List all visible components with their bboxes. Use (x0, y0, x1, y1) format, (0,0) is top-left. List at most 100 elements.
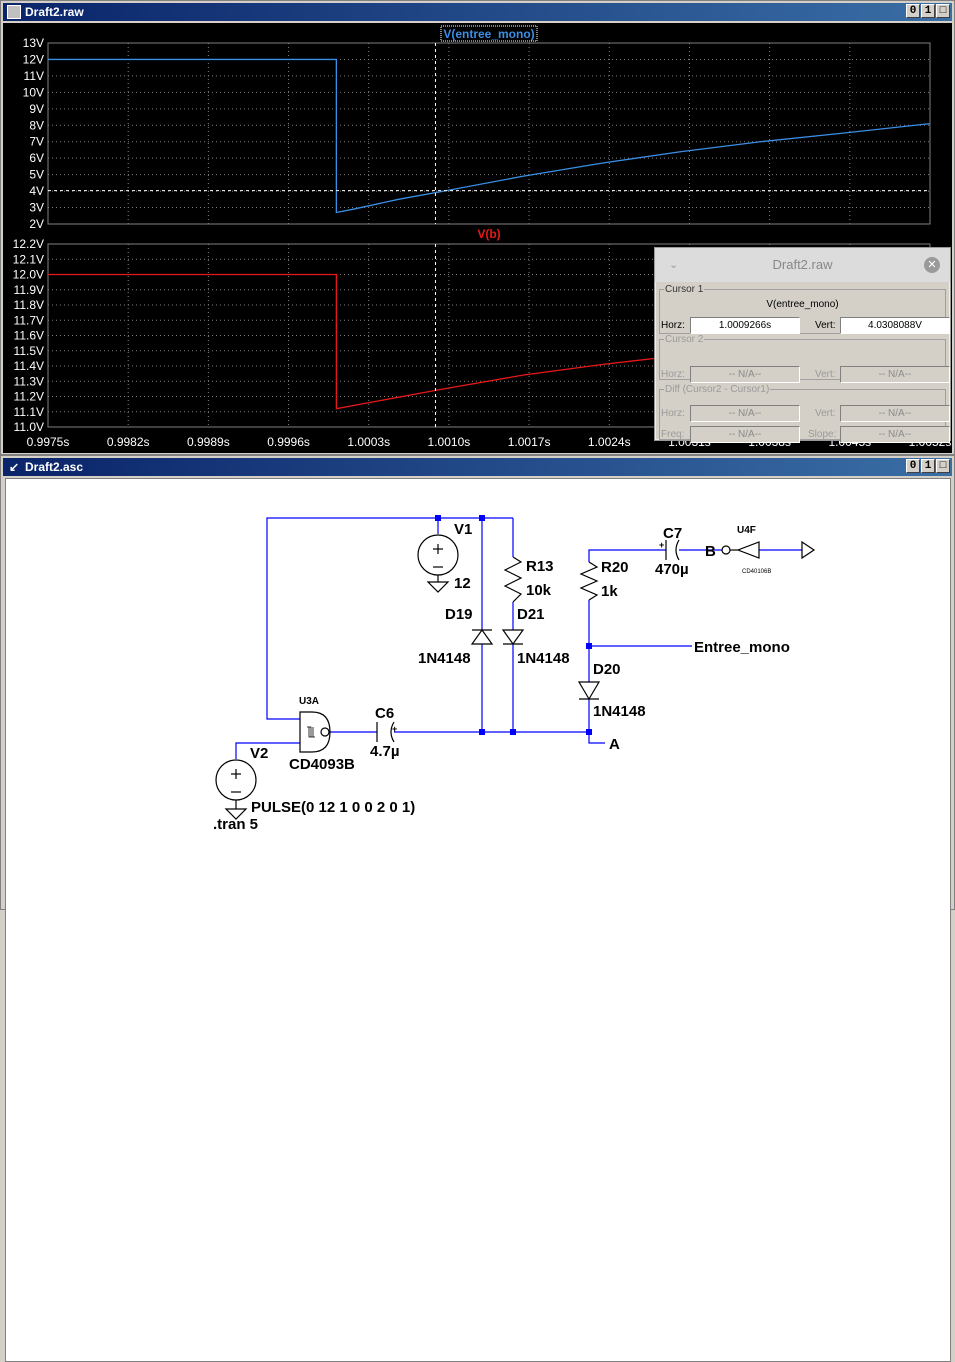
pane-frame (47, 42, 931, 225)
label-d21-value: 1N4148 (517, 650, 570, 667)
minimize-button[interactable]: 0 (906, 459, 920, 473)
cursor2-horz-field: -- N/A-- (690, 366, 800, 383)
restore-button[interactable]: 1 (921, 4, 935, 18)
waveform-window: Draft2.raw 0 1 □ 13V 12V 11V 10V 9V 8V 7V 6V 5V 4… (0, 0, 955, 455)
label-r20-value: 1k (601, 583, 618, 600)
y-tick-label: 11.2V (14, 390, 44, 404)
cursor-dialog-title: Draft2.raw (772, 257, 833, 272)
y-tick-label: 12.2V (13, 237, 44, 251)
diff-vert-field: -- N/A-- (840, 405, 950, 422)
x-tick-label: 1.0003s (347, 435, 390, 449)
x-tick-label: 0.9975s (27, 435, 70, 449)
cursor2-vert-field: -- N/A-- (840, 366, 950, 383)
label-u4f: U4F (737, 525, 756, 536)
label-v1: V1 (454, 521, 472, 538)
label-d20-value: 1N4148 (593, 703, 646, 720)
close-button[interactable]: □ (936, 459, 950, 473)
pane-1: 13V 12V 11V 10V 9V 8V 7V 6V 5V 4V 3V 2V V(entree_mon… (23, 25, 931, 231)
x-tick-label: 0.9982s (107, 435, 150, 449)
labels: V1 12 R13 10k D19 D21 1N4148 1N4148 R20 … (213, 521, 790, 833)
x-tick-label: 0.9989s (187, 435, 230, 449)
cursor1-horz-field[interactable]: 1.0009266s (690, 317, 800, 334)
schematic-svg[interactable]: V1 12 R13 10k D19 D21 1N4148 1N4148 R20 … (6, 479, 950, 1361)
waveform-window-title: Draft2.raw (25, 5, 84, 19)
label-d20: D20 (593, 661, 621, 678)
y-tick-label: 11.9V (14, 283, 44, 297)
cursor1-legend: Cursor 1 (665, 284, 704, 295)
y-tick-label: 2V (29, 217, 44, 231)
y-tick-label: 13V (23, 36, 44, 50)
trace-v-entree-mono- (48, 58, 931, 214)
cursor1-horz-label: Horz: (661, 320, 685, 331)
pane-title: V(b) (477, 227, 500, 241)
label-u3a-part: CD4093B (289, 756, 355, 773)
label-u3a: U3A (299, 696, 319, 707)
diff-horz-label: Horz: (661, 408, 685, 419)
y-tick-label: 8V (29, 118, 44, 132)
label-c6: C6 (375, 705, 394, 722)
label-r13-value: 10k (526, 582, 552, 599)
label-r13: R13 (526, 558, 554, 575)
y-tick-label: 11V (24, 69, 44, 83)
y-tick-label: 9V (29, 102, 44, 116)
schematic-titlebar[interactable]: ↙ Draft2.asc 0 1 □ (3, 458, 952, 476)
x-tick-label: 1.0010s (428, 435, 471, 449)
y-tick-label: 6V (29, 151, 44, 165)
y-tick-label: 11.1V (14, 405, 44, 419)
waveform-titlebar[interactable]: Draft2.raw 0 1 □ (3, 3, 952, 21)
schematic-canvas[interactable]: V1 12 R13 10k D19 D21 1N4148 1N4148 R20 … (5, 478, 951, 1362)
label-d21: D21 (517, 606, 545, 623)
y-tick-label: 3V (29, 201, 44, 215)
x-tick-label: 1.0024s (588, 435, 631, 449)
y-tick-label: 10V (23, 85, 44, 99)
diff-freq-label: Freq: (661, 429, 685, 440)
label-c6-value: 4.7µ (370, 743, 400, 760)
c6-plus-mark: + (392, 724, 397, 734)
diff-slope-field: -- N/A-- (840, 426, 950, 443)
close-button[interactable]: □ (936, 4, 950, 18)
cursor1-vert-field[interactable]: 4.0308088V (840, 317, 950, 334)
label-v2-value: PULSE(0 12 1 0 0 2 0 1) (251, 799, 415, 816)
chevron-down-icon[interactable]: ⌄ (669, 248, 678, 282)
y-tick-label: 12V (23, 52, 44, 66)
diff-freq-field: -- N/A-- (690, 426, 800, 443)
label-tran-directive: .tran 5 (213, 816, 258, 833)
label-c7-value: 470µ (655, 561, 689, 578)
schematic-window: ↙ Draft2.asc 0 1 □ V1 12 R13 10k D19 D21… (0, 455, 955, 1362)
cursor1-group: Cursor 1 V(entree_mono) Horz: 1.0009266s… (659, 284, 950, 334)
y-tick-label: 7V (29, 135, 44, 149)
restore-button[interactable]: 1 (921, 459, 935, 473)
label-net-b: B (705, 543, 716, 560)
cursor-dialog-titlebar[interactable]: ⌄ Draft2.raw ✕ (655, 248, 950, 282)
y-tick-label: 11.8V (14, 298, 44, 312)
cursor2-legend: Cursor 2 (665, 334, 704, 345)
label-r20: R20 (601, 559, 629, 576)
x-tick-label: 0.9996s (267, 435, 310, 449)
diff-horz-field: -- N/A-- (690, 405, 800, 422)
cursor2-horz-label: Horz: (661, 369, 685, 380)
y-tick-label: 12.0V (13, 268, 44, 282)
diff-vert-label: Vert: (815, 408, 836, 419)
c7-plus-mark: + (659, 540, 664, 550)
label-net-a: A (609, 736, 620, 753)
y-tick-label: 11.5V (14, 344, 44, 358)
label-c7: C7 (663, 525, 682, 542)
pane-title: V(entree_mono) (443, 27, 534, 41)
diff-slope-label: Slope: (808, 429, 837, 440)
schematic-app-icon: ↙ (8, 460, 20, 474)
schematic-window-title: Draft2.asc (25, 460, 84, 474)
x-tick-label: 1.0017s (508, 435, 551, 449)
close-icon[interactable]: ✕ (924, 257, 940, 273)
diff-group: Diff (Cursor2 - Cursor1) Horz: -- N/A-- … (659, 384, 950, 443)
y-tick-label: 11.4V (14, 359, 44, 373)
cursor1-vert-label: Vert: (815, 320, 836, 331)
cursor1-signal: V(entree_mono) (766, 299, 839, 310)
y-tick-label: 11.6V (14, 329, 44, 343)
cursor2-vert-label: Vert: (815, 369, 836, 380)
label-u4f-part: CD40106B (742, 569, 771, 575)
minimize-button[interactable]: 0 (906, 4, 920, 18)
waveform-app-icon (7, 5, 21, 19)
y-tick-label: 12.1V (13, 252, 44, 266)
cursor2-group: Cursor 2 Horz: -- N/A-- Vert: -- N/A-- (659, 334, 950, 383)
trace-v-b- (48, 273, 682, 410)
